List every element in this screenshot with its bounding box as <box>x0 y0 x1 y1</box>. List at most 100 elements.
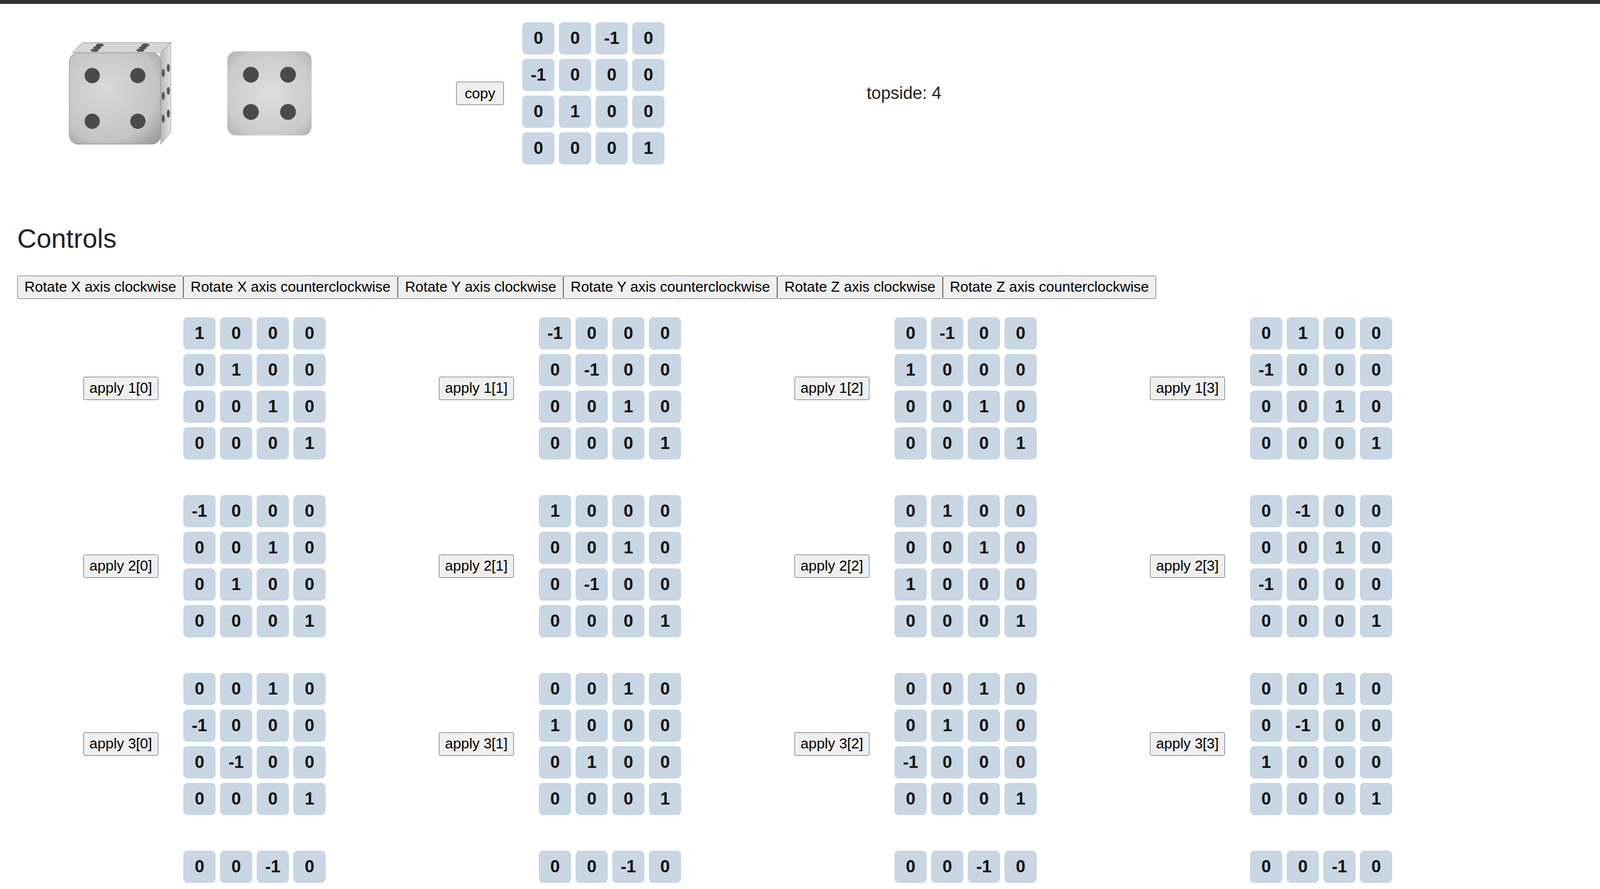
matrix-cell: 0 <box>1004 353 1037 387</box>
matrix-cell: 0 <box>595 95 628 128</box>
matrix-cell: 0 <box>575 317 608 350</box>
apply-button[interactable]: apply 1[3] <box>1150 376 1225 400</box>
matrix-cell: 0 <box>220 390 253 423</box>
matrix-cell: 0 <box>612 568 645 601</box>
rotate-button[interactable]: Rotate X axis clockwise <box>17 275 184 299</box>
matrix-cell: 0 <box>1250 317 1283 350</box>
transform-item: apply 2[3]0-1000010-10000001 <box>1066 495 1423 638</box>
matrix-cell: 1 <box>648 782 682 815</box>
transform-matrix: 00100100-10000001 <box>894 672 1037 815</box>
apply-button[interactable]: apply 3[3] <box>1150 732 1225 756</box>
rotate-button[interactable]: Rotate Z axis clockwise <box>777 275 943 299</box>
matrix-cell: 1 <box>931 709 964 742</box>
rotate-button[interactable]: Rotate Y axis clockwise <box>397 275 564 299</box>
matrix-cell: 0 <box>1250 709 1283 742</box>
rotate-button[interactable]: Rotate X axis counterclockwise <box>183 275 398 299</box>
matrix-cell: 0 <box>648 672 682 705</box>
matrix-cell: 0 <box>575 850 608 883</box>
apply-button[interactable]: apply 3[0] <box>83 732 159 756</box>
matrix-cell: 1 <box>538 495 572 528</box>
matrix-cell: 0 <box>256 427 289 460</box>
matrix-cell: 0 <box>1323 709 1356 742</box>
transform-matrix: 0-1000010-10000001 <box>1250 495 1393 638</box>
matrix-cell: 0 <box>1004 495 1037 528</box>
apply-button[interactable]: apply 1[2] <box>794 376 870 400</box>
matrix-cell: 0 <box>1286 746 1319 779</box>
matrix-cell: 1 <box>1323 672 1356 705</box>
matrix-cell: 0 <box>183 568 216 601</box>
matrix-cell: 1 <box>1360 427 1393 460</box>
matrix-cell: 0 <box>1323 317 1356 350</box>
matrix-cell: 0 <box>1360 850 1393 883</box>
matrix-cell: 0 <box>575 531 608 564</box>
matrix-cell: -1 <box>931 317 964 350</box>
matrix-cell: 0 <box>220 427 253 460</box>
apply-button[interactable]: apply 1[0] <box>83 376 159 400</box>
transform-matrix: 0010-10000-1000001 <box>183 672 326 815</box>
matrix-cell: 0 <box>220 709 253 742</box>
apply-button[interactable]: apply 3[2] <box>794 732 870 756</box>
matrix-cell: 0 <box>575 672 608 705</box>
matrix-cell: 1 <box>256 531 289 564</box>
matrix-cell: 0 <box>1004 709 1037 742</box>
matrix-cell: -1 <box>575 353 608 387</box>
matrix-cell: 0 <box>648 531 682 564</box>
matrix-cell: 0 <box>256 353 289 387</box>
transform-grid: apply 1[0]1000010000100001apply 1[1]-100… <box>0 317 1600 883</box>
matrix-cell: 0 <box>931 605 964 638</box>
matrix-cell: 0 <box>894 782 927 815</box>
copy-button[interactable]: copy <box>456 81 504 105</box>
matrix-cell: 0 <box>931 531 964 564</box>
matrix-cell: -1 <box>575 568 608 601</box>
matrix-cell: 0 <box>256 746 289 779</box>
matrix-cell: 0 <box>220 605 253 638</box>
apply-button[interactable]: apply 2[1] <box>438 554 514 578</box>
matrix-cell: 0 <box>220 672 253 705</box>
matrix-cell: 0 <box>648 568 682 601</box>
matrix-cell: 0 <box>183 782 216 815</box>
matrix-cell: 0 <box>538 746 572 779</box>
matrix-cell: 1 <box>538 709 572 742</box>
matrix-cell: 0 <box>1004 746 1037 779</box>
matrix-cell: 0 <box>575 782 608 815</box>
matrix-cell: 0 <box>1004 568 1037 601</box>
matrix-cell: 0 <box>1323 427 1356 460</box>
matrix-cell: 0 <box>967 568 1000 601</box>
rotate-button[interactable]: Rotate Y axis counterclockwise <box>563 275 778 299</box>
matrix-cell: 0 <box>293 672 326 705</box>
rotate-button[interactable]: Rotate Z axis counterclockwise <box>942 275 1157 299</box>
apply-button[interactable]: apply 2[2] <box>794 554 870 578</box>
apply-button[interactable]: apply 2[3] <box>1150 554 1225 578</box>
matrix-cell: 1 <box>967 672 1000 705</box>
transform-item: apply 1[3]0100-100000100001 <box>1066 317 1423 460</box>
matrix-cell: 0 <box>522 132 555 165</box>
matrix-cell: 0 <box>967 317 1000 350</box>
matrix-cell: -1 <box>612 850 645 883</box>
matrix-cell: 0 <box>538 390 572 423</box>
top-bar <box>0 0 1600 4</box>
matrix-cell: 0 <box>558 58 592 92</box>
apply-button[interactable]: apply 1[1] <box>438 376 514 400</box>
matrix-cell: 0 <box>931 353 964 387</box>
controls-heading: Controls <box>17 222 1600 255</box>
matrix-cell: 0 <box>183 850 216 883</box>
matrix-cell: 0 <box>931 672 964 705</box>
transform-item: 00-10 <box>0 850 356 883</box>
transform-matrix: 00100-10010000001 <box>1250 672 1393 815</box>
matrix-cell: 0 <box>1004 672 1037 705</box>
matrix-cell: 0 <box>1360 390 1393 423</box>
apply-button[interactable]: apply 2[0] <box>83 554 159 578</box>
apply-button[interactable]: apply 3[1] <box>438 732 514 756</box>
matrix-cell: 0 <box>1250 495 1283 528</box>
matrix-cell: 0 <box>1360 495 1393 528</box>
matrix-cell: 0 <box>612 709 645 742</box>
matrix-cell: 0 <box>632 22 665 55</box>
transform-item: apply 3[0] 0010-10000-1000001 <box>0 672 356 815</box>
matrix-cell: 1 <box>1004 605 1037 638</box>
matrix-cell: -1 <box>183 709 216 742</box>
matrix-cell: 0 <box>575 495 608 528</box>
matrix-cell: 0 <box>1286 390 1319 423</box>
matrix-cell: 0 <box>1323 746 1356 779</box>
matrix-cell: 1 <box>648 605 682 638</box>
matrix-cell: 1 <box>632 132 665 165</box>
